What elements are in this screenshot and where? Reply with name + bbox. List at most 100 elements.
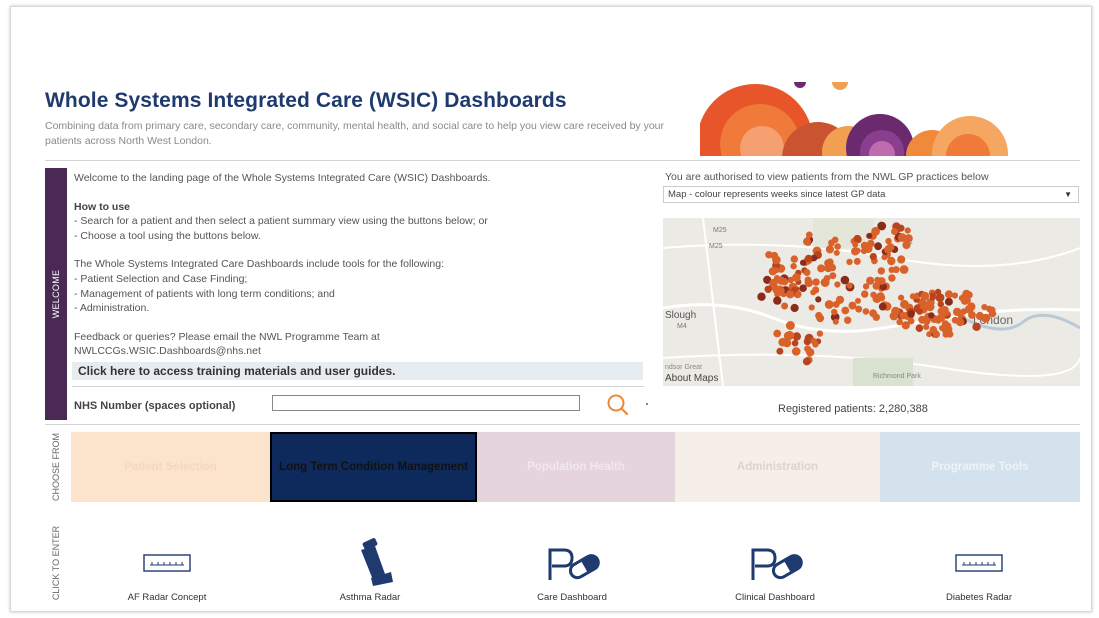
practice-dot[interactable] [810,289,817,296]
training-materials-link[interactable]: Click here to access training materials … [72,362,643,380]
practice-dot[interactable] [937,301,944,308]
tool-clinical-dashboard[interactable]: Clinical Dashboard [710,530,840,610]
practice-dot[interactable] [808,304,815,311]
practice-dot[interactable] [870,291,877,298]
practice-dot[interactable] [841,306,850,315]
practice-dot[interactable] [853,257,861,265]
tile-administration[interactable]: Administration [675,432,880,502]
practice-dot[interactable] [834,243,841,250]
practice-dot[interactable] [833,249,840,256]
practice-dot[interactable] [944,290,953,299]
practice-dot[interactable] [932,330,940,339]
practice-dot[interactable] [792,273,801,282]
practice-dot[interactable] [853,234,862,243]
practice-dot[interactable] [834,281,841,288]
practice-dot[interactable] [953,307,962,317]
practice-dot[interactable] [768,267,777,276]
practice-dot[interactable] [869,309,877,318]
practice-dot[interactable] [871,226,880,236]
practice-dot[interactable] [892,266,900,274]
practice-dot[interactable] [855,305,863,313]
practice-dot[interactable] [960,308,967,315]
practice-dot[interactable] [757,292,766,301]
practice-dot[interactable] [780,278,789,286]
practice-dot[interactable] [800,259,807,266]
practice-dot[interactable] [803,269,811,276]
practice-dot[interactable] [825,245,834,254]
tile-programme-tools[interactable]: Programme Tools [880,432,1080,502]
practice-dot[interactable] [776,347,784,355]
practice-dot[interactable] [812,278,820,286]
practice-dot[interactable] [824,300,834,309]
practice-dot[interactable] [817,264,826,273]
practice-dot[interactable] [874,276,881,284]
practice-dot[interactable] [786,290,795,299]
practice-dot[interactable] [988,306,996,314]
practice-dot[interactable] [804,278,813,288]
practice-dot[interactable] [955,317,964,326]
practice-dot[interactable] [876,292,885,301]
practice-dot[interactable] [785,321,795,330]
practice-dot[interactable] [941,306,949,314]
practice-dot[interactable] [815,296,822,303]
practice-dot[interactable] [840,275,850,285]
practice-dot[interactable] [846,258,853,266]
practice-dot[interactable] [885,244,893,251]
practice-dot[interactable] [897,255,906,264]
practice-dot[interactable] [790,263,797,270]
practice-dot[interactable] [791,339,799,347]
practice-dot[interactable] [929,292,936,299]
practice-dot[interactable] [916,308,923,315]
practice-dot[interactable] [981,304,988,311]
practice-dot[interactable] [866,232,873,239]
tile-patient-selection[interactable]: Patient Selection [71,432,270,502]
practice-dot[interactable] [968,311,976,319]
practice-dot[interactable] [773,296,782,305]
practice-dot[interactable] [923,323,930,330]
practice-dot[interactable] [897,233,907,242]
practice-dot[interactable] [899,311,907,320]
practice-dot[interactable] [872,282,880,290]
practice-dot[interactable] [967,302,976,311]
practice-dot[interactable] [862,308,870,315]
tile-long-term-condition-management[interactable]: Long Term Condition Management [270,432,477,502]
practice-dot[interactable] [874,242,882,251]
tool-af-radar-concept[interactable]: AF Radar Concept [102,530,232,610]
tool-care-dashboard[interactable]: Care Dashboard [507,530,637,610]
practice-dot[interactable] [852,241,859,248]
practice-dot[interactable] [791,347,801,356]
practice-dot[interactable] [928,312,935,319]
practice-dot[interactable] [816,330,824,337]
practice-dot[interactable] [805,231,813,239]
practice-dot[interactable] [862,283,870,290]
practice-dot[interactable] [972,322,981,331]
practice-dot[interactable] [981,313,991,323]
practice-dot[interactable] [904,227,911,234]
practice-dot[interactable] [944,297,953,306]
practice-map[interactable]: M25 M25 M1 Slough M4 London ndsor Great … [663,218,1080,386]
practice-dot[interactable] [764,285,772,293]
practice-dot[interactable] [920,291,930,301]
practice-dot[interactable] [831,308,838,316]
practice-dot[interactable] [769,278,778,288]
practice-dot[interactable] [891,228,898,235]
practice-dot[interactable] [958,295,965,302]
tool-asthma-radar[interactable]: Asthma Radar [305,530,435,610]
practice-dot[interactable] [815,311,823,320]
practice-dot[interactable] [790,255,798,263]
practice-dot[interactable] [899,265,909,274]
tile-population-health[interactable]: Population Health [477,432,675,502]
practice-dot[interactable] [898,294,905,301]
practice-dot[interactable] [804,345,812,353]
practice-dot[interactable] [810,338,817,345]
practice-dot[interactable] [781,302,789,310]
practice-dot[interactable] [907,310,915,318]
feedback-email[interactable]: NWLCCGs.WSIC.Dashboards@nhs.net [74,344,644,359]
practice-dot[interactable] [790,303,799,313]
practice-dot[interactable] [802,357,811,366]
practice-dot[interactable] [877,267,885,275]
practice-dot[interactable] [915,324,924,332]
search-icon[interactable] [600,394,630,416]
practice-dot[interactable] [909,293,916,300]
practice-dot[interactable] [832,300,840,308]
